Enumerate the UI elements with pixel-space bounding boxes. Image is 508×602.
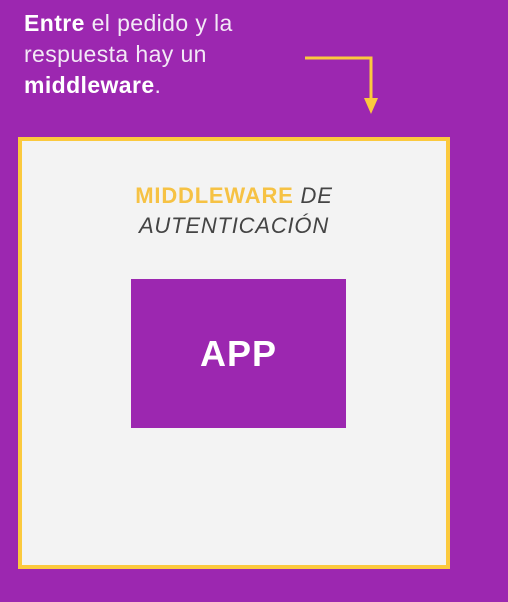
middleware-title-autenticacion: AUTENTICACIÓN [138,213,330,238]
app-box: APP [131,279,346,428]
middleware-title-de: DE [300,183,333,208]
middleware-title-highlight: MIDDLEWARE [135,183,294,208]
arrow-down-icon [305,56,378,114]
middleware-box: MIDDLEWARE DE AUTENTICACIÓN APP [18,137,450,569]
middleware-title: MIDDLEWARE DE AUTENTICACIÓN [22,181,446,241]
app-label: APP [199,332,278,374]
